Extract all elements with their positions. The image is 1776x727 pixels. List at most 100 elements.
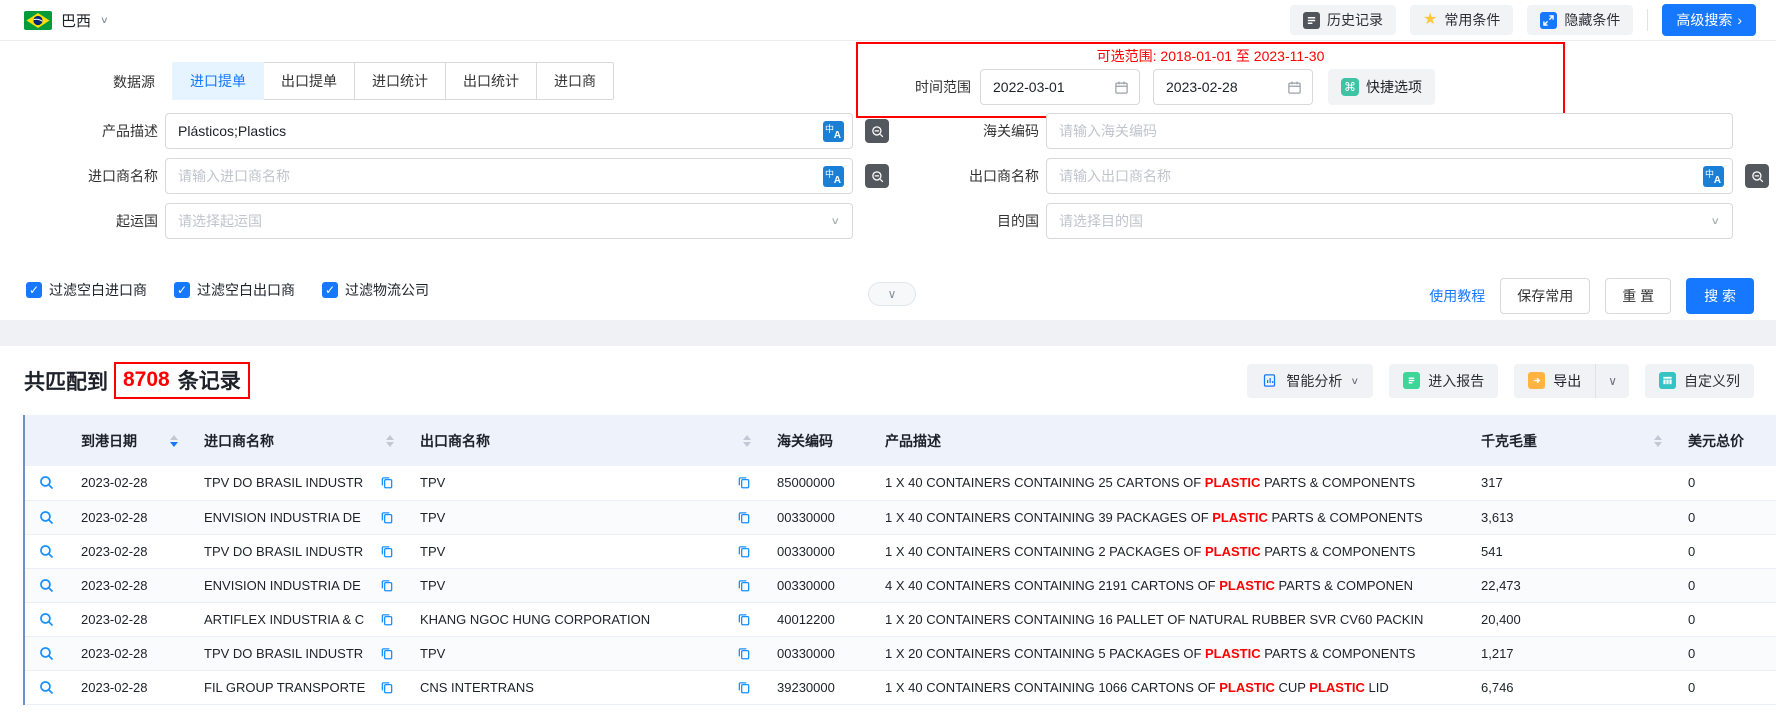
row-detail-search-icon[interactable] <box>25 568 67 603</box>
start-date-input[interactable]: 2022-03-01 <box>980 69 1140 105</box>
cell-product-desc: 1 X 20 CONTAINERS CONTAINING 5 PACKAGES … <box>871 636 1467 671</box>
table-row[interactable]: 2023-02-28 ENVISION INDUSTRIA DE TPV 003300… <box>25 500 1776 535</box>
cell-importer-name-text: ENVISION INDUSTRIA DE <box>204 509 361 525</box>
copy-icon[interactable] <box>737 544 751 559</box>
table-row[interactable]: 2023-02-28 TPV DO BRASIL INDUSTR TPV 850000… <box>25 466 1776 501</box>
origin-country-select[interactable]: ∨ <box>165 203 853 239</box>
cell-hs-code: 00330000 <box>763 568 871 603</box>
column-header-search <box>25 415 67 466</box>
copy-icon[interactable] <box>737 510 751 525</box>
copy-icon[interactable] <box>737 475 751 490</box>
search-button[interactable]: 搜 索 <box>1686 278 1754 314</box>
cell-exporter-name-text: TPV <box>420 475 446 491</box>
smart-analysis-button[interactable]: 智能分析 ∨ <box>1247 363 1374 398</box>
row-detail-search-icon[interactable] <box>25 500 67 535</box>
sort-carets-icon[interactable] <box>162 434 178 447</box>
tutorial-link[interactable]: 使用教程 <box>1429 286 1485 306</box>
datasource-tab[interactable]: 进口商 <box>537 62 614 100</box>
column-header-exporter[interactable]: 出口商名称 <box>406 415 763 466</box>
checkbox-checked-icon[interactable]: ✓ <box>174 282 190 298</box>
table-row[interactable]: 2023-02-28 TPV DO BRASIL INDUSTR TPV 003300… <box>25 534 1776 569</box>
advanced-search-button[interactable]: 高级搜索 › <box>1662 4 1756 36</box>
topbar: 巴西 ∨ 历史记录 ★ 常用条件 隐藏条件 高级搜索 › <box>0 0 1776 41</box>
calendar-icon <box>1288 81 1301 94</box>
chevron-down-icon: ∨ <box>1608 373 1617 388</box>
filter-checkbox[interactable]: ✓ 过滤空白出口商 <box>174 280 295 300</box>
copy-icon[interactable] <box>380 578 394 593</box>
dest-country-input[interactable] <box>1059 213 1711 229</box>
copy-icon[interactable] <box>380 475 394 490</box>
datasource-tab[interactable]: 出口统计 <box>446 62 537 100</box>
copy-icon[interactable] <box>380 680 394 695</box>
filter-checkbox[interactable]: ✓ 过滤物流公司 <box>322 280 429 300</box>
checkbox-checked-icon[interactable]: ✓ <box>26 282 42 298</box>
copy-icon[interactable] <box>380 510 394 525</box>
column-header-hs: 海关编码 <box>763 415 871 466</box>
history-button[interactable]: 历史记录 <box>1289 5 1396 35</box>
product-desc-input[interactable] <box>178 123 823 139</box>
copy-icon[interactable] <box>737 612 751 627</box>
calendar-icon <box>1115 81 1128 94</box>
cell-product-desc: 4 X 40 CONTAINERS CONTAINING 2191 CARTON… <box>871 568 1467 603</box>
translate-icon[interactable]: 中A <box>823 165 844 187</box>
dest-country-select[interactable]: ∨ <box>1046 203 1733 239</box>
datasource-tabs: 进口提单 出口提单 进口统计 出口统计 进口商 <box>172 62 614 100</box>
datasource-tab[interactable]: 出口提单 <box>264 62 355 100</box>
table-row[interactable]: 2023-02-28 TPV DO BRASIL INDUSTR TPV 003300… <box>25 636 1776 671</box>
start-date-value: 2022-03-01 <box>993 79 1065 95</box>
filter-checkbox[interactable]: ✓ 过滤空白进口商 <box>26 280 147 300</box>
cell-gross-weight: 317 <box>1467 466 1674 501</box>
copy-icon[interactable] <box>380 646 394 661</box>
sort-carets-icon[interactable] <box>378 434 394 447</box>
copy-icon[interactable] <box>380 544 394 559</box>
sort-carets-icon[interactable] <box>1646 434 1662 447</box>
row-detail-search-icon[interactable] <box>25 466 67 501</box>
hide-conditions-button[interactable]: 隐藏条件 <box>1527 5 1634 35</box>
cell-exporter-name-text: TPV <box>420 645 446 661</box>
copy-icon[interactable] <box>737 680 751 695</box>
hs-code-input[interactable] <box>1059 123 1724 139</box>
cell-exporter-name-text: CNS INTERTRANS <box>420 679 534 695</box>
importer-name-input[interactable] <box>178 168 823 184</box>
table-row[interactable]: 2023-02-28 ARTIFLEX INDUSTRIA & C KHANG NG… <box>25 602 1776 637</box>
copy-icon[interactable] <box>380 612 394 627</box>
row-detail-search-icon[interactable] <box>25 602 67 637</box>
copy-icon[interactable] <box>737 578 751 593</box>
datasource-tab[interactable]: 进口提单 <box>172 62 264 100</box>
reset-button[interactable]: 重 置 <box>1605 278 1672 314</box>
column-header-weight[interactable]: 千克毛重 <box>1467 415 1674 466</box>
row-detail-search-icon[interactable] <box>25 670 67 705</box>
export-dropdown-button[interactable]: ∨ <box>1595 363 1629 398</box>
column-header-label: 千克毛重 <box>1481 432 1537 449</box>
column-header-date[interactable]: 到港日期 <box>67 415 190 466</box>
checkbox-checked-icon[interactable]: ✓ <box>322 282 338 298</box>
save-conditions-button[interactable]: 保存常用 <box>1500 278 1591 314</box>
enter-report-button[interactable]: 进入报告 <box>1389 363 1499 398</box>
table-row[interactable]: 2023-02-28 ENVISION INDUSTRIA DE TPV 003300… <box>25 568 1776 603</box>
search-label: 搜 索 <box>1704 288 1736 304</box>
origin-country-input[interactable] <box>178 213 831 229</box>
column-header-importer[interactable]: 进口商名称 <box>190 415 406 466</box>
exporter-name-input[interactable] <box>1059 168 1703 184</box>
end-date-input[interactable]: 2023-02-28 <box>1153 69 1313 105</box>
sort-carets-icon[interactable] <box>735 434 751 447</box>
favorite-conditions-button[interactable]: ★ 常用条件 <box>1409 5 1514 35</box>
customize-columns-button[interactable]: 自定义列 <box>1645 363 1754 398</box>
cell-exporter-name: TPV <box>406 500 763 535</box>
country-selector[interactable]: 巴西 ∨ <box>24 10 109 31</box>
table-row[interactable]: 2023-02-28 FIL GROUP TRANSPORTE CNS INTERT… <box>25 670 1776 705</box>
copy-icon[interactable] <box>737 646 751 661</box>
quick-options-button[interactable]: ⌘ 快捷选项 <box>1328 69 1435 105</box>
row-detail-search-icon[interactable] <box>25 636 67 671</box>
translate-icon[interactable]: 中A <box>1703 165 1724 187</box>
cell-importer-name-text: ENVISION INDUSTRIA DE <box>204 577 361 593</box>
available-range-hint: 可选范围: 2018-01-01 至 2023-11-30 <box>1096 48 1325 64</box>
cell-usd-value: 0 <box>1674 500 1776 535</box>
export-button[interactable]: 导出 <box>1514 371 1595 391</box>
time-range-label: 时间范围 <box>915 79 971 95</box>
exclude-search-icon[interactable] <box>1745 164 1769 188</box>
translate-icon[interactable]: 中A <box>823 120 844 142</box>
row-detail-search-icon[interactable] <box>25 534 67 569</box>
collapse-form-button[interactable]: ∨ <box>868 282 916 306</box>
datasource-tab[interactable]: 进口统计 <box>355 62 446 100</box>
